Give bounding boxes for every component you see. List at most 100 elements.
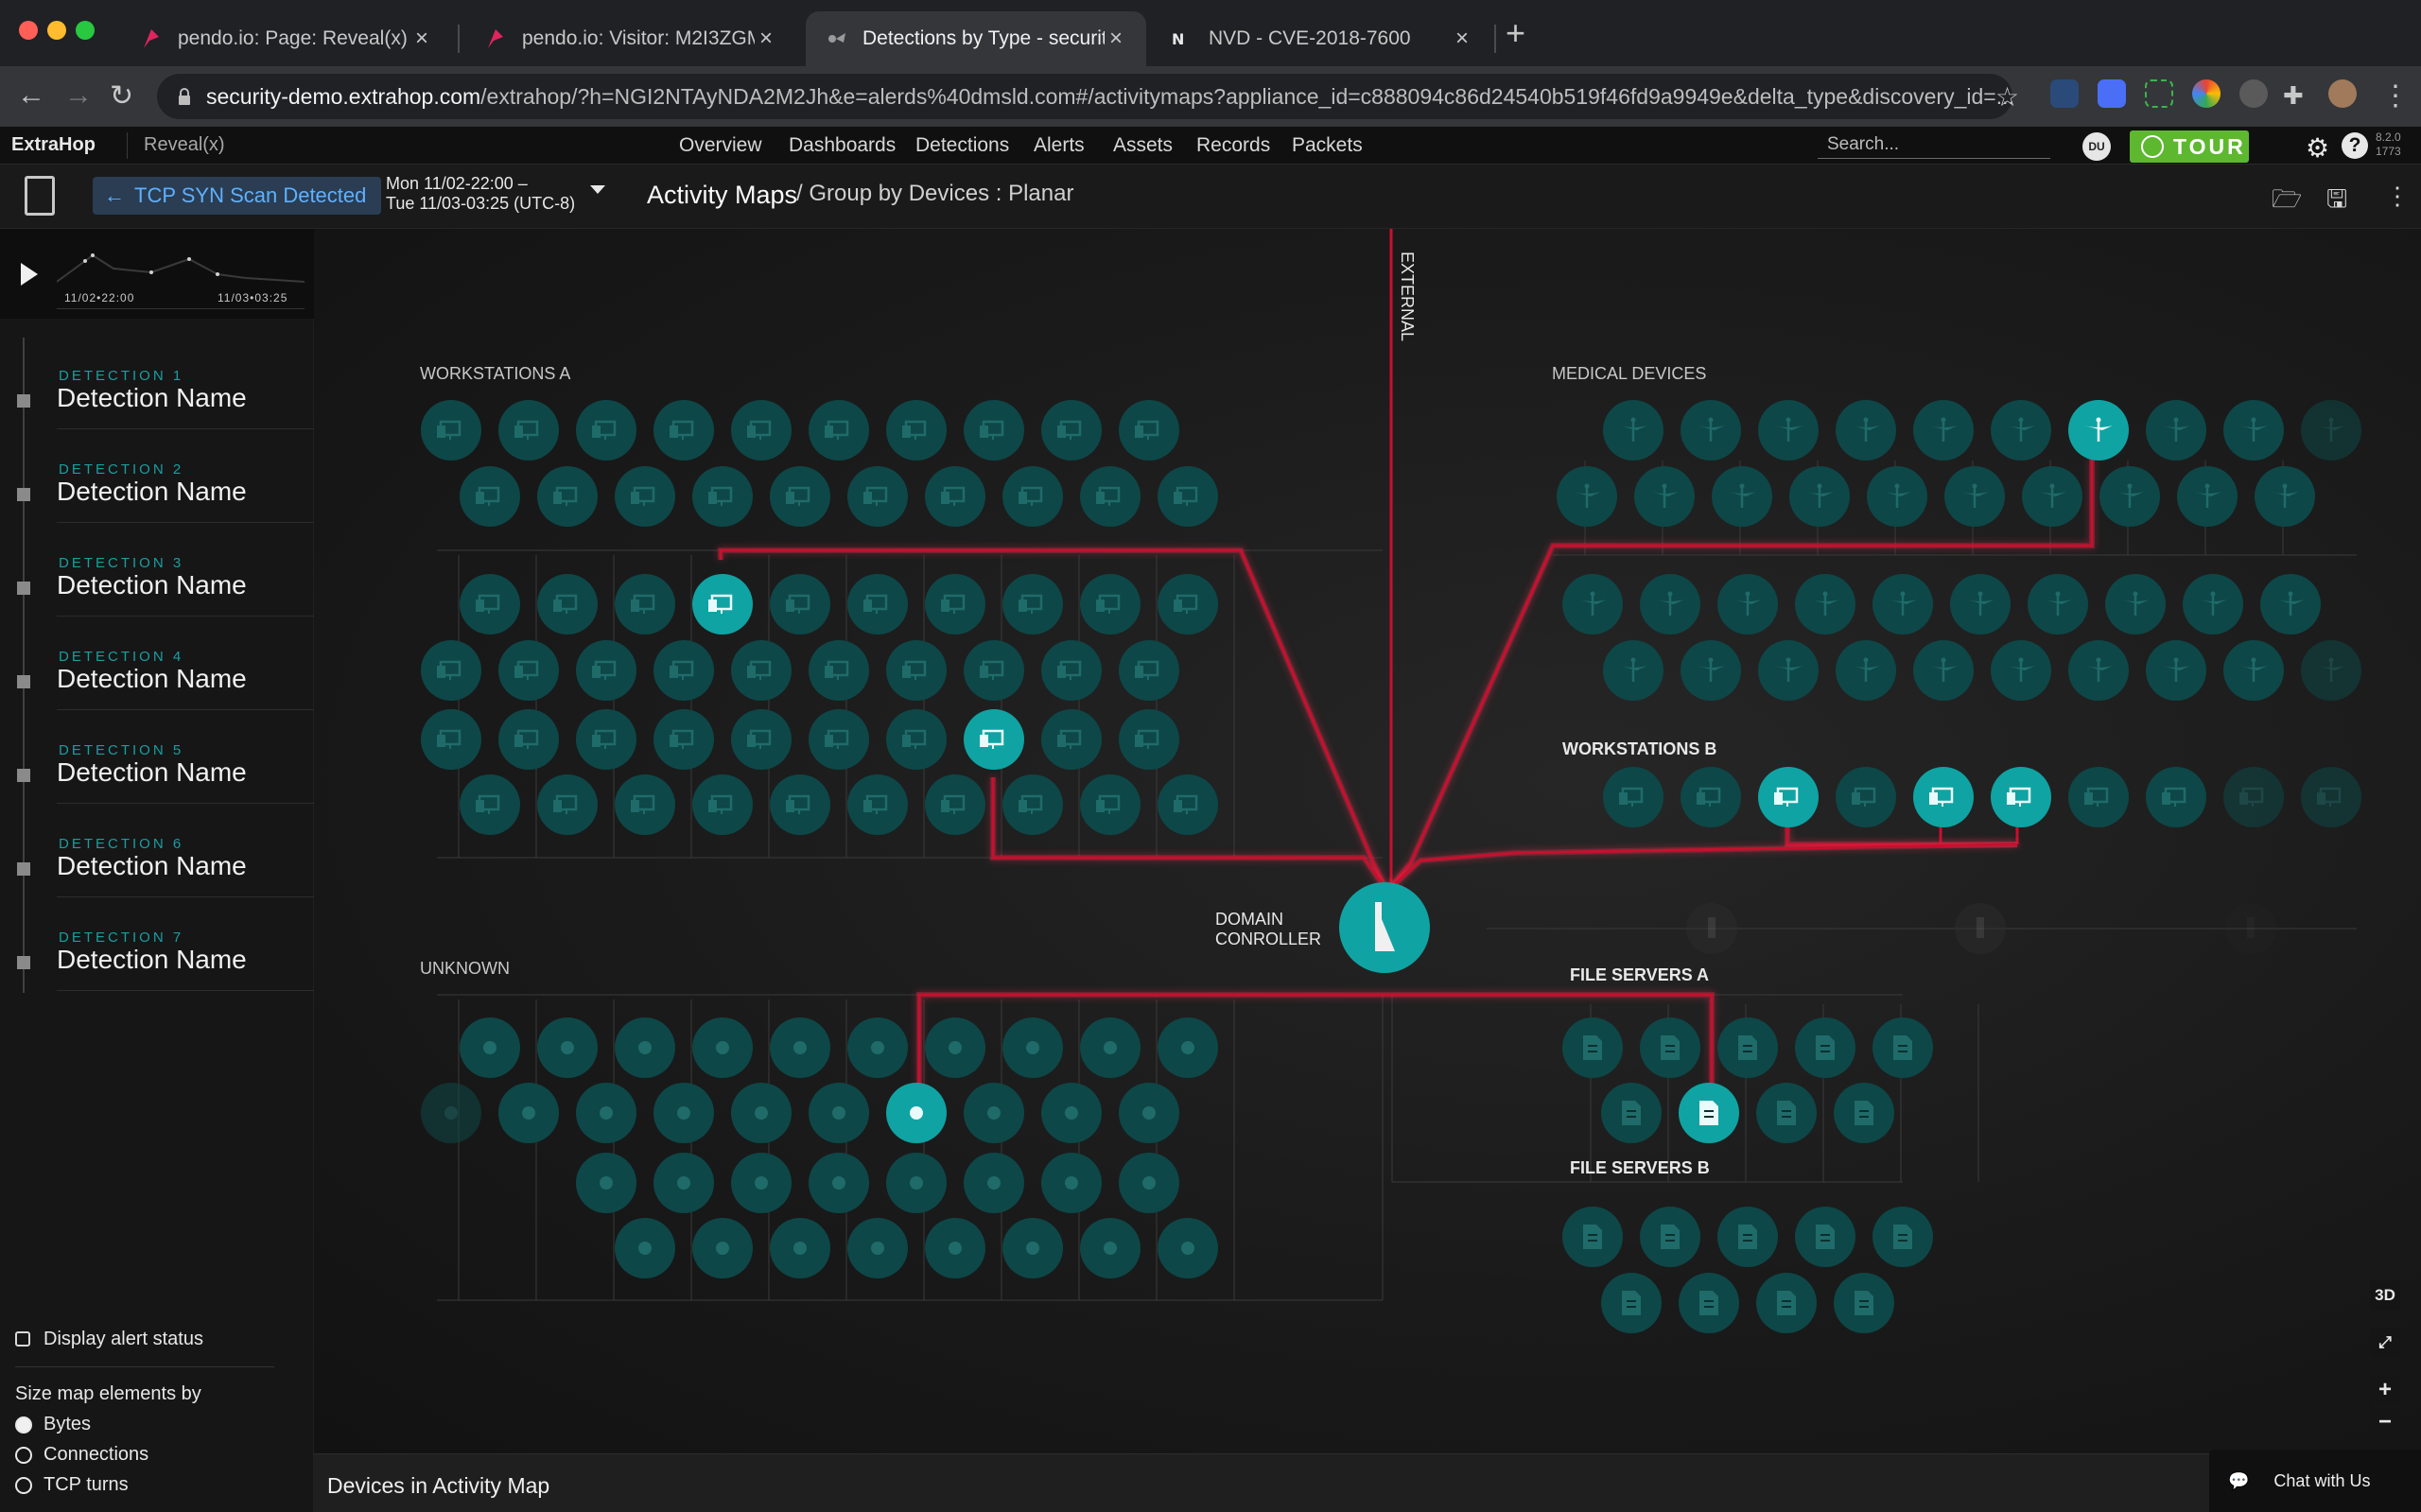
tab-close-icon[interactable]: × <box>410 26 433 52</box>
device-node[interactable] <box>1158 774 1218 835</box>
device-node[interactable] <box>847 1218 908 1278</box>
device-node[interactable] <box>1119 1153 1179 1213</box>
device-node[interactable] <box>1080 1218 1141 1278</box>
detection-item[interactable]: DETECTION 5 Detection Name <box>0 712 314 806</box>
device-node[interactable] <box>2022 466 2082 527</box>
device-node[interactable] <box>886 1083 947 1143</box>
device-node[interactable] <box>1158 1017 1218 1078</box>
device-node[interactable] <box>1950 574 2011 634</box>
device-node[interactable] <box>2255 466 2315 527</box>
device-node[interactable] <box>2068 400 2129 461</box>
device-node[interactable] <box>731 640 792 701</box>
device-node[interactable] <box>1634 466 1695 527</box>
device-node[interactable] <box>498 400 559 461</box>
bookmark-star-icon[interactable]: ☆ <box>1995 81 2019 113</box>
device-node[interactable] <box>1603 400 1663 461</box>
device-node[interactable] <box>1080 1017 1141 1078</box>
device-node[interactable] <box>2146 400 2206 461</box>
device-node[interactable] <box>925 1017 985 1078</box>
toggle-3d-button[interactable]: 3D <box>2370 1280 2400 1311</box>
device-node[interactable] <box>886 640 947 701</box>
device-node[interactable] <box>925 574 985 634</box>
device-node[interactable] <box>2223 400 2284 461</box>
device-node[interactable] <box>1158 574 1218 634</box>
device-node[interactable] <box>2068 640 2129 701</box>
device-node[interactable] <box>964 709 1024 770</box>
device-node[interactable] <box>537 574 598 634</box>
device-node[interactable] <box>1836 767 1896 827</box>
close-window-button[interactable] <box>19 21 38 40</box>
back-arrow-icon[interactable]: ← <box>17 79 45 112</box>
device-node[interactable] <box>460 574 520 634</box>
device-node[interactable] <box>692 574 753 634</box>
device-node[interactable] <box>1640 1017 1700 1078</box>
browser-tab[interactable]: pendo.io: Visitor: M2I3ZGM5N × <box>465 11 796 66</box>
nav-detections[interactable]: Detections <box>915 134 1009 157</box>
zoom-out-button[interactable]: − <box>2370 1407 2400 1437</box>
device-node[interactable] <box>731 1153 792 1213</box>
device-node[interactable] <box>1717 574 1778 634</box>
tab-close-icon[interactable]: × <box>1105 26 1127 52</box>
device-node[interactable] <box>653 400 714 461</box>
extension-icon[interactable] <box>2239 79 2268 108</box>
device-node[interactable] <box>2068 767 2129 827</box>
device-node[interactable] <box>925 774 985 835</box>
device-node[interactable] <box>1562 1017 1623 1078</box>
device-node[interactable] <box>886 709 947 770</box>
device-node[interactable] <box>964 400 1024 461</box>
size-by-connections-radio[interactable] <box>15 1447 32 1464</box>
device-node[interactable] <box>1717 1017 1778 1078</box>
folder-open-icon[interactable]: 🗁 <box>2272 182 2302 223</box>
device-node[interactable] <box>770 1218 830 1278</box>
device-node[interactable] <box>1758 767 1819 827</box>
device-node[interactable] <box>1872 1017 1933 1078</box>
device-node[interactable] <box>809 1153 869 1213</box>
device-node[interactable] <box>925 466 985 527</box>
device-node[interactable] <box>2105 574 2166 634</box>
detection-item[interactable]: DETECTION 7 Detection Name <box>0 899 314 993</box>
device-node[interactable] <box>2301 640 2361 701</box>
detection-item[interactable]: DETECTION 6 Detection Name <box>0 806 314 899</box>
device-node[interactable] <box>1991 640 2051 701</box>
device-node[interactable] <box>1681 640 1741 701</box>
device-node[interactable] <box>1603 640 1663 701</box>
device-node[interactable] <box>886 400 947 461</box>
nav-records[interactable]: Records <box>1196 134 1270 157</box>
device-node[interactable] <box>615 1218 675 1278</box>
device-node[interactable] <box>498 709 559 770</box>
device-node[interactable] <box>615 774 675 835</box>
panel-toggle-icon[interactable] <box>25 176 55 216</box>
devices-panel-bar[interactable]: Devices in Activity Map <box>314 1453 2421 1512</box>
size-by-tcp-turns-radio[interactable] <box>15 1477 32 1494</box>
device-node[interactable] <box>809 709 869 770</box>
device-node[interactable] <box>692 466 753 527</box>
device-node[interactable] <box>1834 1083 1894 1143</box>
device-node[interactable] <box>653 640 714 701</box>
device-node[interactable] <box>1834 1273 1894 1333</box>
device-node[interactable] <box>964 1153 1024 1213</box>
device-node[interactable] <box>1686 903 1737 954</box>
device-node[interactable] <box>1991 400 2051 461</box>
device-node[interactable] <box>964 1083 1024 1143</box>
device-node[interactable] <box>1867 466 1927 527</box>
save-icon[interactable]: 🖫 <box>2326 182 2347 223</box>
browser-menu-icon[interactable]: ⋮ <box>2381 79 2410 113</box>
activity-map-canvas[interactable]: WORKSTATIONS A MEDICAL DEVICES WORKSTATI… <box>314 229 2421 1453</box>
device-node[interactable] <box>1789 466 1850 527</box>
device-node[interactable] <box>2146 640 2206 701</box>
device-node[interactable] <box>460 774 520 835</box>
device-node[interactable] <box>692 1218 753 1278</box>
device-node[interactable] <box>731 400 792 461</box>
device-node[interactable] <box>770 574 830 634</box>
device-node[interactable] <box>653 709 714 770</box>
device-node[interactable] <box>421 709 481 770</box>
device-node[interactable] <box>615 466 675 527</box>
device-node[interactable] <box>1080 774 1141 835</box>
device-node[interactable] <box>2301 767 2361 827</box>
nav-overview[interactable]: Overview <box>679 134 762 157</box>
device-node[interactable] <box>498 640 559 701</box>
device-node[interactable] <box>692 774 753 835</box>
back-to-detection-button[interactable]: ← TCP SYN Scan Detected <box>93 177 382 215</box>
domain-controller-node[interactable] <box>1339 882 1430 973</box>
browser-tab[interactable]: N NVD - CVE-2018-7600 × <box>1152 11 1492 66</box>
